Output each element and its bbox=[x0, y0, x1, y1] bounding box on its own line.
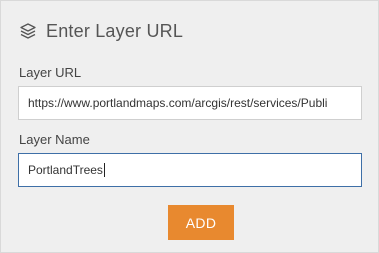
text-caret bbox=[103, 163, 105, 177]
layer-url-label: Layer URL bbox=[19, 65, 82, 80]
layer-url-input[interactable]: https://www.portlandmaps.com/arcgis/rest… bbox=[18, 86, 362, 120]
panel-header: Enter Layer URL bbox=[19, 19, 183, 43]
layer-name-value: PortlandTrees bbox=[28, 163, 103, 177]
add-button[interactable]: ADD bbox=[168, 205, 234, 240]
layer-name-label: Layer Name bbox=[19, 132, 90, 147]
panel-title: Enter Layer URL bbox=[46, 20, 184, 41]
enter-layer-url-panel: Enter Layer URL Layer URL https://www.po… bbox=[0, 0, 379, 253]
layer-url-value: https://www.portlandmaps.com/arcgis/rest… bbox=[28, 96, 328, 110]
layer-name-input[interactable]: PortlandTrees bbox=[18, 153, 362, 187]
layers-icon bbox=[19, 22, 37, 40]
